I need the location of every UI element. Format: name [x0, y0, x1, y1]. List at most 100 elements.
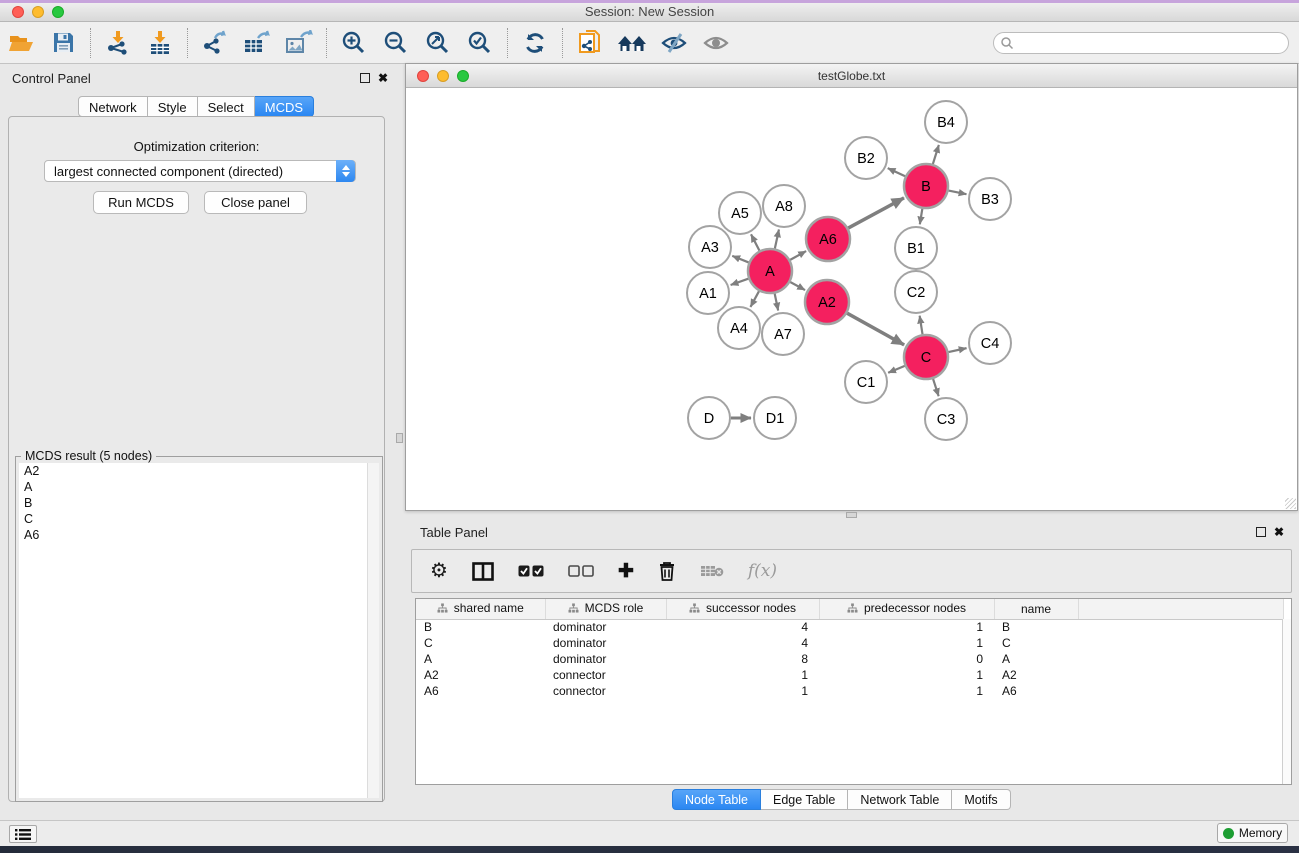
- tab-network[interactable]: Network: [78, 96, 148, 117]
- table-row[interactable]: Cdominator41C: [416, 635, 1284, 651]
- graph-node-C3[interactable]: C3: [925, 398, 967, 440]
- cell[interactable]: 1: [819, 667, 994, 683]
- close-table-panel-icon[interactable]: ✖: [1274, 527, 1284, 537]
- zoom-out-icon[interactable]: [379, 27, 413, 59]
- graph-node-B3[interactable]: B3: [969, 178, 1011, 220]
- tab-network-table[interactable]: Network Table: [848, 789, 952, 810]
- table-row[interactable]: Bdominator41B: [416, 619, 1284, 635]
- import-network-icon[interactable]: [101, 27, 135, 59]
- hide-eye-icon[interactable]: [657, 27, 691, 59]
- close-panel-icon[interactable]: ✖: [378, 73, 388, 83]
- graph-node-A6[interactable]: A6: [806, 217, 850, 261]
- run-mcds-button[interactable]: Run MCDS: [93, 191, 189, 214]
- result-item[interactable]: A: [19, 479, 367, 495]
- cell[interactable]: A6: [416, 683, 545, 699]
- table-row[interactable]: Adominator80A: [416, 651, 1284, 667]
- graph-node-A7[interactable]: A7: [762, 313, 804, 355]
- delete-column-trash-icon[interactable]: [658, 561, 676, 581]
- graph-node-B[interactable]: B: [904, 164, 948, 208]
- network-window-titlebar[interactable]: testGlobe.txt: [406, 64, 1297, 88]
- graph-node-B4[interactable]: B4: [925, 101, 967, 143]
- close-panel-button[interactable]: Close panel: [204, 191, 307, 214]
- new-network-from-selection-icon[interactable]: [573, 27, 607, 59]
- delete-table-icon[interactable]: [700, 564, 724, 578]
- splitter-handle-vertical[interactable]: [396, 433, 403, 443]
- window-resize-grip[interactable]: [1285, 498, 1296, 509]
- column-header-successor-nodes[interactable]: successor nodes: [666, 599, 819, 619]
- optimization-criterion-select[interactable]: largest connected component (directed): [44, 160, 356, 182]
- tab-motifs[interactable]: Motifs: [952, 789, 1010, 810]
- cell[interactable]: A2: [994, 667, 1078, 683]
- cell[interactable]: 4: [666, 635, 819, 651]
- show-columns-icon[interactable]: [472, 562, 494, 581]
- show-eye-icon[interactable]: [699, 27, 733, 59]
- refresh-icon[interactable]: [518, 27, 552, 59]
- tab-node-table[interactable]: Node Table: [672, 789, 761, 810]
- graph-node-D[interactable]: D: [688, 397, 730, 439]
- result-item[interactable]: A2: [19, 463, 367, 479]
- cell[interactable]: A: [416, 651, 545, 667]
- tab-mcds[interactable]: MCDS: [255, 96, 314, 117]
- graph-node-C4[interactable]: C4: [969, 322, 1011, 364]
- function-builder-icon[interactable]: f(x): [748, 561, 777, 581]
- column-header-mcds-role[interactable]: MCDS role: [545, 599, 666, 619]
- home-icon[interactable]: [615, 27, 649, 59]
- table-row[interactable]: A6connector11A6: [416, 683, 1284, 699]
- task-history-button[interactable]: [9, 825, 37, 843]
- cell[interactable]: 1: [666, 683, 819, 699]
- add-column-icon[interactable]: ✚: [618, 562, 634, 581]
- save-session-icon[interactable]: [46, 27, 80, 59]
- graph-node-C2[interactable]: C2: [895, 271, 937, 313]
- table-row[interactable]: A2connector11A2: [416, 667, 1284, 683]
- float-table-panel-icon[interactable]: [1256, 527, 1266, 537]
- cell[interactable]: 1: [819, 683, 994, 699]
- cell[interactable]: connector: [545, 667, 666, 683]
- graph-node-A3[interactable]: A3: [689, 226, 731, 268]
- tab-select[interactable]: Select: [198, 96, 255, 117]
- graph-node-C1[interactable]: C1: [845, 361, 887, 403]
- float-panel-icon[interactable]: [360, 73, 370, 83]
- cell[interactable]: dominator: [545, 635, 666, 651]
- graph-node-A2[interactable]: A2: [805, 280, 849, 324]
- table-scrollbar[interactable]: [1282, 619, 1291, 784]
- zoom-selected-icon[interactable]: [463, 27, 497, 59]
- graph-node-A8[interactable]: A8: [763, 185, 805, 227]
- cell[interactable]: 1: [819, 619, 994, 635]
- graph-node-B1[interactable]: B1: [895, 227, 937, 269]
- result-item[interactable]: B: [19, 495, 367, 511]
- cell[interactable]: A: [994, 651, 1078, 667]
- cell[interactable]: 8: [666, 651, 819, 667]
- network-canvas[interactable]: B4B2BB3A8A5A6A3B1AC2A1A2A4A7C4CC1C3DD1: [406, 88, 1297, 510]
- export-image-icon[interactable]: [282, 27, 316, 59]
- deselect-all-columns-icon[interactable]: [568, 565, 594, 577]
- memory-button[interactable]: Memory: [1217, 823, 1288, 843]
- tab-edge-table[interactable]: Edge Table: [761, 789, 848, 810]
- export-table-icon[interactable]: [240, 27, 274, 59]
- result-scrollbar[interactable]: [367, 463, 379, 798]
- cell[interactable]: A6: [994, 683, 1078, 699]
- zoom-in-icon[interactable]: [337, 27, 371, 59]
- graph-node-A5[interactable]: A5: [719, 192, 761, 234]
- cell[interactable]: 1: [666, 667, 819, 683]
- export-network-icon[interactable]: [198, 27, 232, 59]
- graph-node-D1[interactable]: D1: [754, 397, 796, 439]
- cell[interactable]: C: [416, 635, 545, 651]
- result-item[interactable]: C: [19, 511, 367, 527]
- cell[interactable]: dominator: [545, 619, 666, 635]
- open-session-icon[interactable]: [4, 27, 38, 59]
- graph-node-B2[interactable]: B2: [845, 137, 887, 179]
- graph-node-A4[interactable]: A4: [718, 307, 760, 349]
- graph-node-C[interactable]: C: [904, 335, 948, 379]
- cell[interactable]: dominator: [545, 651, 666, 667]
- cell[interactable]: B: [416, 619, 545, 635]
- cell[interactable]: 4: [666, 619, 819, 635]
- tab-style[interactable]: Style: [148, 96, 198, 117]
- cell[interactable]: C: [994, 635, 1078, 651]
- cell[interactable]: connector: [545, 683, 666, 699]
- cell[interactable]: 0: [819, 651, 994, 667]
- import-table-icon[interactable]: [143, 27, 177, 59]
- cell[interactable]: A2: [416, 667, 545, 683]
- cell[interactable]: B: [994, 619, 1078, 635]
- column-header-predecessor-nodes[interactable]: predecessor nodes: [819, 599, 994, 619]
- graph-node-A[interactable]: A: [748, 249, 792, 293]
